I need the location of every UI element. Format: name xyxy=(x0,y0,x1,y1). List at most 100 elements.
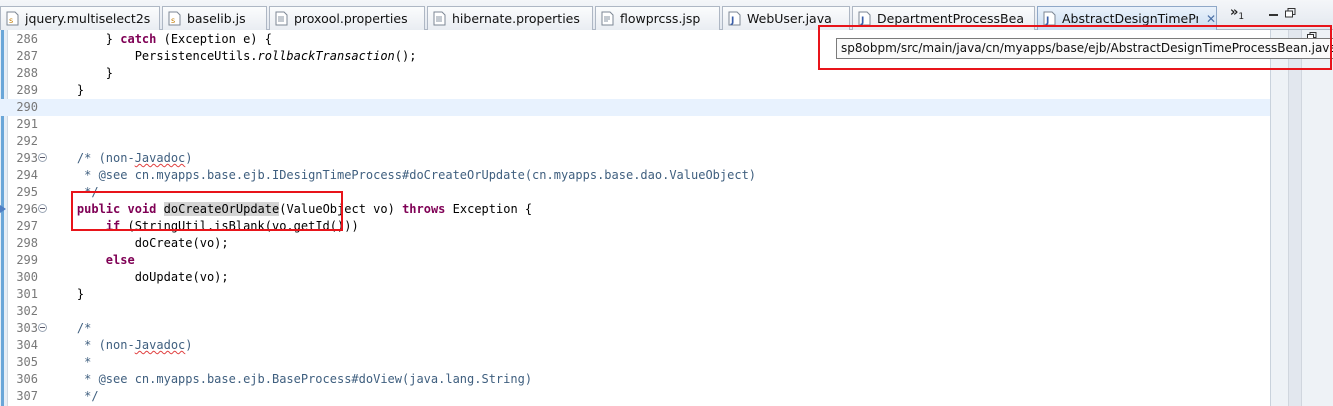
override-marker-icon[interactable] xyxy=(0,205,6,213)
line-number: 289 xyxy=(16,83,38,97)
properties-file-icon xyxy=(433,11,446,26)
code-line[interactable]: 297 if (StringUtil.isBlank(vo.getId())) xyxy=(0,218,1270,235)
code-line[interactable]: 307 */ xyxy=(0,388,1270,405)
line-number: 294 xyxy=(16,168,38,182)
line-number: 291 xyxy=(16,117,38,131)
code-line[interactable]: 304 * (non-Javadoc) xyxy=(0,337,1270,354)
code-line[interactable]: 300 doUpdate(vo); xyxy=(0,269,1270,286)
svg-text:J: J xyxy=(730,16,734,26)
tab-hibernate-properties[interactable]: hibernate.properties xyxy=(427,6,593,30)
code-token: ) xyxy=(185,338,193,352)
code-token: PersistenceUtils. xyxy=(48,49,258,63)
svg-text:J: J xyxy=(1045,16,1049,26)
vertical-scrollbar[interactable] xyxy=(1288,30,1302,406)
code-text: } catch (Exception e) { xyxy=(48,31,272,48)
tab-departmentprocessbean[interactable]: J DepartmentProcessBea xyxy=(852,6,1035,30)
code-token: * @see cn.myapps.base.ejb.IDesignTimePro… xyxy=(48,168,757,182)
code-text: * xyxy=(48,354,91,371)
code-text: } xyxy=(48,82,84,99)
close-icon[interactable]: ✕ xyxy=(1206,12,1216,26)
code-token: ) xyxy=(185,151,193,165)
code-token: doCreateOrUpdate xyxy=(163,202,280,216)
tab-jquery-multiselect2s[interactable]: s jquery.multiselect2s xyxy=(0,6,160,30)
line-number: 287 xyxy=(16,49,38,63)
overflow-count: 1 xyxy=(1238,12,1245,22)
svg-text:J: J xyxy=(860,16,864,26)
code-token: Javadoc xyxy=(134,151,186,165)
code-token: else xyxy=(105,253,135,267)
tab-label: flowprcss.jsp xyxy=(620,11,701,26)
code-token: doCreate(vo); xyxy=(48,236,229,250)
properties-file-icon xyxy=(275,11,288,26)
code-token: throws xyxy=(402,202,446,216)
tab-abstractdesigntimeprocessbean[interactable]: J AbstractDesignTimePr ✕ xyxy=(1037,6,1217,30)
code-token: * (non- xyxy=(48,338,135,352)
tab-label: baselib.js xyxy=(187,11,246,26)
code-text: doCreate(vo); xyxy=(48,235,229,252)
code-line[interactable]: 299 else xyxy=(0,252,1270,269)
jsp-file-icon xyxy=(601,11,614,26)
code-line[interactable]: 289 } xyxy=(0,82,1270,99)
tab-overflow-button[interactable]: »1 xyxy=(1230,5,1244,22)
code-line[interactable]: 298 doCreate(vo); xyxy=(0,235,1270,252)
code-line[interactable]: 296 public void doCreateOrUpdate(ValueOb… xyxy=(0,201,1270,218)
code-text: */ xyxy=(48,388,98,405)
code-line[interactable]: 293 /* (non-Javadoc) xyxy=(0,150,1270,167)
code-token: void xyxy=(127,202,157,216)
tab-flowprcss-jsp[interactable]: flowprcss.jsp xyxy=(595,6,720,30)
code-token: */ xyxy=(48,185,99,199)
code-line[interactable]: 306 * @see cn.myapps.base.ejb.BaseProces… xyxy=(0,371,1270,388)
line-number: 286 xyxy=(16,32,38,46)
fold-toggle-icon[interactable] xyxy=(38,153,47,162)
code-editor[interactable]: 286 } catch (Exception e) { 287 Persisten… xyxy=(0,30,1333,406)
code-line[interactable]: 294 * @see cn.myapps.base.ejb.IDesignTim… xyxy=(0,167,1270,184)
editor-tab-bar: s jquery.multiselect2s s baselib.js prox… xyxy=(0,0,1333,30)
line-number: 296 xyxy=(16,202,38,216)
code-line[interactable]: 291 xyxy=(0,116,1270,133)
code-token: if xyxy=(105,219,121,233)
code-line[interactable]: 295 */ xyxy=(0,184,1270,201)
code-token: * xyxy=(48,355,92,369)
code-line[interactable]: 303 /* xyxy=(0,320,1270,337)
code-token: (); xyxy=(394,49,417,63)
line-number: 293 xyxy=(16,151,38,165)
code-line[interactable]: 288 } xyxy=(0,65,1270,82)
tab-label: DepartmentProcessBea xyxy=(877,11,1024,26)
java-file-icon: J xyxy=(858,11,871,26)
tab-proxool-properties[interactable]: proxool.properties xyxy=(269,6,425,30)
code-line[interactable]: 302 xyxy=(0,303,1270,320)
line-number: 290 xyxy=(16,100,38,114)
code-line[interactable]: 305 * xyxy=(0,354,1270,371)
code-line[interactable]: 301 } xyxy=(0,286,1270,303)
fold-toggle-icon[interactable] xyxy=(38,323,47,332)
code-token: * @see cn.myapps.base.ejb.BaseProcess#do… xyxy=(48,372,533,386)
tab-baselib-js[interactable]: s baselib.js xyxy=(162,6,267,30)
tab-webuser-java[interactable]: J WebUser.java xyxy=(722,6,850,30)
code-text: else xyxy=(48,252,135,269)
line-number: 297 xyxy=(16,219,38,233)
tab-label: jquery.multiselect2s xyxy=(25,11,151,26)
line-number: 301 xyxy=(16,287,38,301)
code-line[interactable]: 292 xyxy=(0,133,1270,150)
java-file-icon: J xyxy=(1043,11,1056,26)
line-number: 288 xyxy=(16,66,38,80)
code-text: /* (non-Javadoc) xyxy=(48,150,193,167)
code-line[interactable]: 290 xyxy=(0,99,1270,116)
code-token: /* xyxy=(48,321,92,335)
code-text: * @see cn.myapps.base.ejb.BaseProcess#do… xyxy=(48,371,532,388)
tab-label: AbstractDesignTimePr xyxy=(1062,11,1198,26)
code-text: public void doCreateOrUpdate(ValueObject… xyxy=(48,201,532,218)
code-token: Exception { xyxy=(445,202,533,216)
fold-toggle-icon[interactable] xyxy=(38,204,47,213)
code-token: (Exception e) { xyxy=(156,32,272,46)
restore-icon[interactable] xyxy=(1285,8,1296,18)
svg-text:s: s xyxy=(9,16,13,25)
minimize-icon[interactable] xyxy=(1268,8,1279,18)
code-text: PersistenceUtils.rollbackTransaction(); xyxy=(48,48,417,65)
code-text: } xyxy=(48,286,84,303)
js-file-icon: s xyxy=(6,11,19,26)
line-number: 306 xyxy=(16,372,38,386)
code-token: doUpdate(vo); xyxy=(48,270,229,284)
